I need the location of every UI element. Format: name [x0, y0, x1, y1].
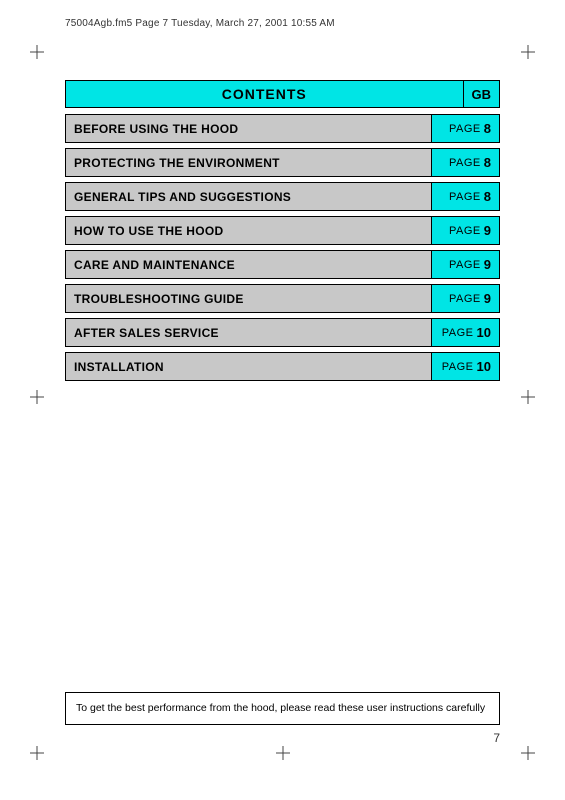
toc-row: GENERAL TIPS AND SUGGESTIONSPAGE8 [65, 182, 500, 211]
content-area: CONTENTS GB BEFORE USING THE HOODPAGE8PR… [65, 80, 500, 386]
crosshair-mid-right [521, 390, 535, 404]
crosshair-mid-left [30, 390, 44, 404]
page-number: 7 [493, 731, 500, 745]
page-word: PAGE [442, 327, 474, 339]
contents-gb: GB [463, 80, 501, 108]
contents-header: CONTENTS GB [65, 80, 500, 108]
page-num: 8 [484, 189, 491, 204]
toc-row: AFTER SALES SERVICEPAGE10 [65, 318, 500, 347]
toc-row: TROUBLESHOOTING GUIDEPAGE9 [65, 284, 500, 313]
toc-rows: BEFORE USING THE HOODPAGE8PROTECTING THE… [65, 114, 500, 381]
crosshair-bot-mid [276, 746, 290, 760]
toc-row: BEFORE USING THE HOODPAGE8 [65, 114, 500, 143]
toc-row: PROTECTING THE ENVIRONMENTPAGE8 [65, 148, 500, 177]
toc-row: CARE AND MAINTENANCEPAGE9 [65, 250, 500, 279]
page-word: PAGE [449, 157, 481, 169]
crosshair-bot-left [30, 746, 44, 760]
page-num: 8 [484, 121, 491, 136]
page: 75004Agb.fm5 Page 7 Tuesday, March 27, 2… [0, 0, 565, 800]
toc-page: PAGE9 [431, 285, 499, 312]
page-word: PAGE [449, 293, 481, 305]
toc-page: PAGE10 [431, 353, 499, 380]
toc-label: GENERAL TIPS AND SUGGESTIONS [66, 183, 431, 210]
crosshair-bot-right [521, 746, 535, 760]
toc-page: PAGE10 [431, 319, 499, 346]
crosshair-top-left [30, 45, 44, 59]
toc-page: PAGE9 [431, 251, 499, 278]
page-word: PAGE [449, 123, 481, 135]
toc-label: INSTALLATION [66, 353, 431, 380]
page-num: 10 [477, 359, 491, 374]
page-num: 9 [484, 257, 491, 272]
toc-row: INSTALLATIONPAGE10 [65, 352, 500, 381]
page-num: 8 [484, 155, 491, 170]
toc-label: BEFORE USING THE HOOD [66, 115, 431, 142]
page-word: PAGE [449, 225, 481, 237]
file-info: 75004Agb.fm5 Page 7 Tuesday, March 27, 2… [65, 18, 335, 29]
contents-title: CONTENTS [65, 80, 463, 108]
crosshair-top-right [521, 45, 535, 59]
page-num: 9 [484, 291, 491, 306]
toc-page: PAGE8 [431, 115, 499, 142]
page-num: 9 [484, 223, 491, 238]
bottom-note: To get the best performance from the hoo… [65, 692, 500, 725]
page-word: PAGE [442, 361, 474, 373]
page-word: PAGE [449, 191, 481, 203]
toc-label: TROUBLESHOOTING GUIDE [66, 285, 431, 312]
page-word: PAGE [449, 259, 481, 271]
toc-label: CARE AND MAINTENANCE [66, 251, 431, 278]
toc-label: HOW TO USE THE HOOD [66, 217, 431, 244]
toc-label: AFTER SALES SERVICE [66, 319, 431, 346]
toc-page: PAGE8 [431, 149, 499, 176]
toc-page: PAGE9 [431, 217, 499, 244]
toc-page: PAGE8 [431, 183, 499, 210]
page-num: 10 [477, 325, 491, 340]
toc-row: HOW TO USE THE HOODPAGE9 [65, 216, 500, 245]
toc-label: PROTECTING THE ENVIRONMENT [66, 149, 431, 176]
